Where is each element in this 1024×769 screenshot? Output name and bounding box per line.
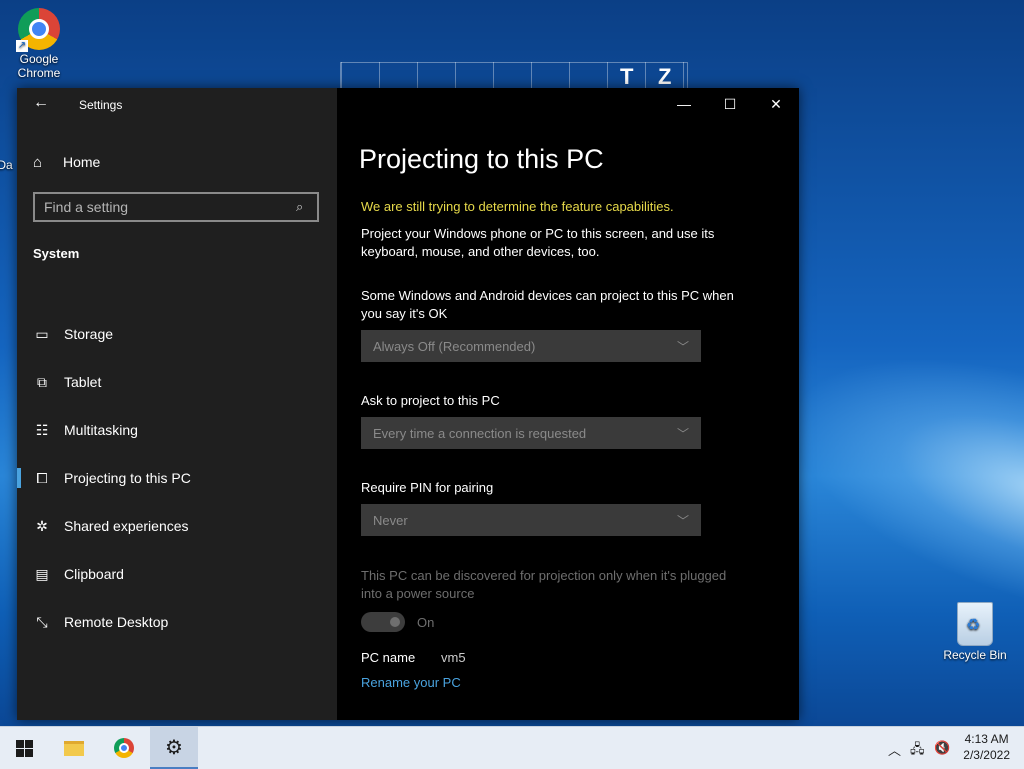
sidebar-item-remote-desktop[interactable]: ⤡ Remote Desktop [17,598,337,646]
search-box[interactable]: ⌕ [33,192,319,222]
chevron-down-icon: ﹀ [676,339,689,354]
sidebar-item-label: Projecting to this PC [64,470,191,486]
multitasking-icon: ☷ [35,421,49,438]
taskbar-settings[interactable]: ⚙ [150,727,198,769]
background-letter: Z [658,64,672,89]
start-button[interactable] [0,727,48,769]
status-warning: We are still trying to determine the fea… [361,199,674,214]
chevron-down-icon: ﹀ [676,513,689,528]
search-input[interactable] [35,198,286,216]
volume-muted-icon[interactable]: 🔇 [934,740,950,756]
chevron-up-icon[interactable]: ︿ [888,740,901,759]
background-letter: T [620,64,634,89]
projecting-icon: ⧠ [36,469,48,486]
sidebar-item-label: Storage [64,326,114,342]
setting-label-line: you say it's OK [361,306,448,321]
rename-pc-link[interactable]: Rename your PC [361,675,461,690]
chrome-icon [114,738,134,758]
chrome-icon: ↗ [16,8,60,52]
pc-name-value: vm5 [441,650,466,665]
shortcut-arrow-icon: ↗ [16,40,28,52]
settings-sidebar: ← Settings ⌂ Home ⌕ System ▭ Storage ⧉ T… [17,88,337,720]
sidebar-item-label: Clipboard [64,566,124,582]
page-title: Projecting to this PC [359,144,604,174]
toggle-state-label: On [417,615,435,630]
intro-text-line: Project your Windows phone or PC to this… [361,226,715,241]
clock-time: 4:13 AM [964,732,1009,746]
sidebar-item-tablet[interactable]: ⧉ Tablet [17,358,337,406]
close-button[interactable]: ✕ [753,88,799,120]
window-controls: — ☐ ✕ [661,88,799,120]
back-arrow-icon[interactable]: ← [33,94,49,112]
setting-label: Ask to project to this PC [361,393,500,408]
taskbar-file-explorer[interactable] [50,727,98,769]
storage-icon: ▭ [35,325,49,342]
dropdown-value: Every time a connection is requested [373,425,587,441]
gear-icon: ⚙ [165,736,183,759]
sidebar-nav: ▭ Storage ⧉ Tablet ☷ Multitasking ⧠ Proj… [17,310,337,646]
folder-icon [64,740,84,756]
desktop-icon-label: Chrome [17,66,61,80]
chevron-down-icon: ﹀ [676,426,689,441]
search-icon[interactable]: ⌕ [296,199,303,215]
toggle-knob [390,617,400,627]
sidebar-item-shared-experiences[interactable]: ✲ Shared experiences [17,502,337,550]
desktop-icon-label: Recycle Bin [943,648,1007,662]
setting-label-line: Some Windows and Android devices can pro… [361,288,734,303]
sidebar-home[interactable]: ⌂ Home [33,152,100,172]
sidebar-item-label: Tablet [64,374,102,390]
power-note-line: This PC can be discovered for projection… [361,568,727,583]
windows-logo-icon [15,739,33,757]
availability-dropdown[interactable]: Always Off (Recommended) ﹀ [361,330,701,362]
setting-label: Require PIN for pairing [361,480,494,495]
intro-text-line: keyboard, mouse, and other devices, too. [361,244,600,259]
taskbar: ⚙ ︿ 🖧 🔇 4:13 AM 2/3/2022 [0,726,1024,769]
sidebar-item-label: Multitasking [64,422,138,438]
power-source-toggle[interactable] [361,612,405,632]
recycle-bin-icon: ♻ [957,602,993,646]
system-clock[interactable]: 4:13 AM 2/3/2022 [963,731,1010,763]
minimize-button[interactable]: — [661,88,707,120]
window-title: Settings [79,98,123,112]
sidebar-item-clipboard[interactable]: ▤ Clipboard [17,550,337,598]
shared-experiences-icon: ✲ [36,517,48,534]
settings-window: ← Settings ⌂ Home ⌕ System ▭ Storage ⧉ T… [17,88,799,720]
section-heading: System [33,246,80,261]
dropdown-value: Never [373,512,408,528]
desktop-icon-recycle-bin[interactable]: ♻ Recycle Bin [940,602,1010,662]
sidebar-home-label: Home [63,154,101,170]
taskbar-chrome[interactable] [100,727,148,769]
sidebar-item-label: Shared experiences [64,518,189,534]
dropdown-value: Always Off (Recommended) [373,338,536,354]
maximize-button[interactable]: ☐ [707,88,753,120]
clock-date: 2/3/2022 [963,748,1010,762]
sidebar-item-storage[interactable]: ▭ Storage [17,310,337,358]
home-icon: ⌂ [33,153,43,171]
desktop-icon-chrome[interactable]: ↗ Google Chrome [4,8,74,80]
sidebar-item-projecting[interactable]: ⧠ Projecting to this PC [17,454,337,502]
tablet-icon: ⧉ [37,373,47,390]
power-note-line: into a power source [361,586,475,601]
desktop-icon-label: Google [19,52,59,66]
require-pin-dropdown[interactable]: Never ﹀ [361,504,701,536]
network-icon[interactable]: 🖧 [910,740,925,762]
clipboard-icon: ▤ [35,565,49,582]
settings-content: — ☐ ✕ Projecting to this PC We are still… [337,88,799,720]
sidebar-item-label: Remote Desktop [64,614,169,630]
ask-to-project-dropdown[interactable]: Every time a connection is requested ﹀ [361,417,701,449]
sidebar-item-multitasking[interactable]: ☷ Multitasking [17,406,337,454]
remote-desktop-icon: ⤡ [36,613,48,630]
pc-name-label: PC name [361,650,416,665]
